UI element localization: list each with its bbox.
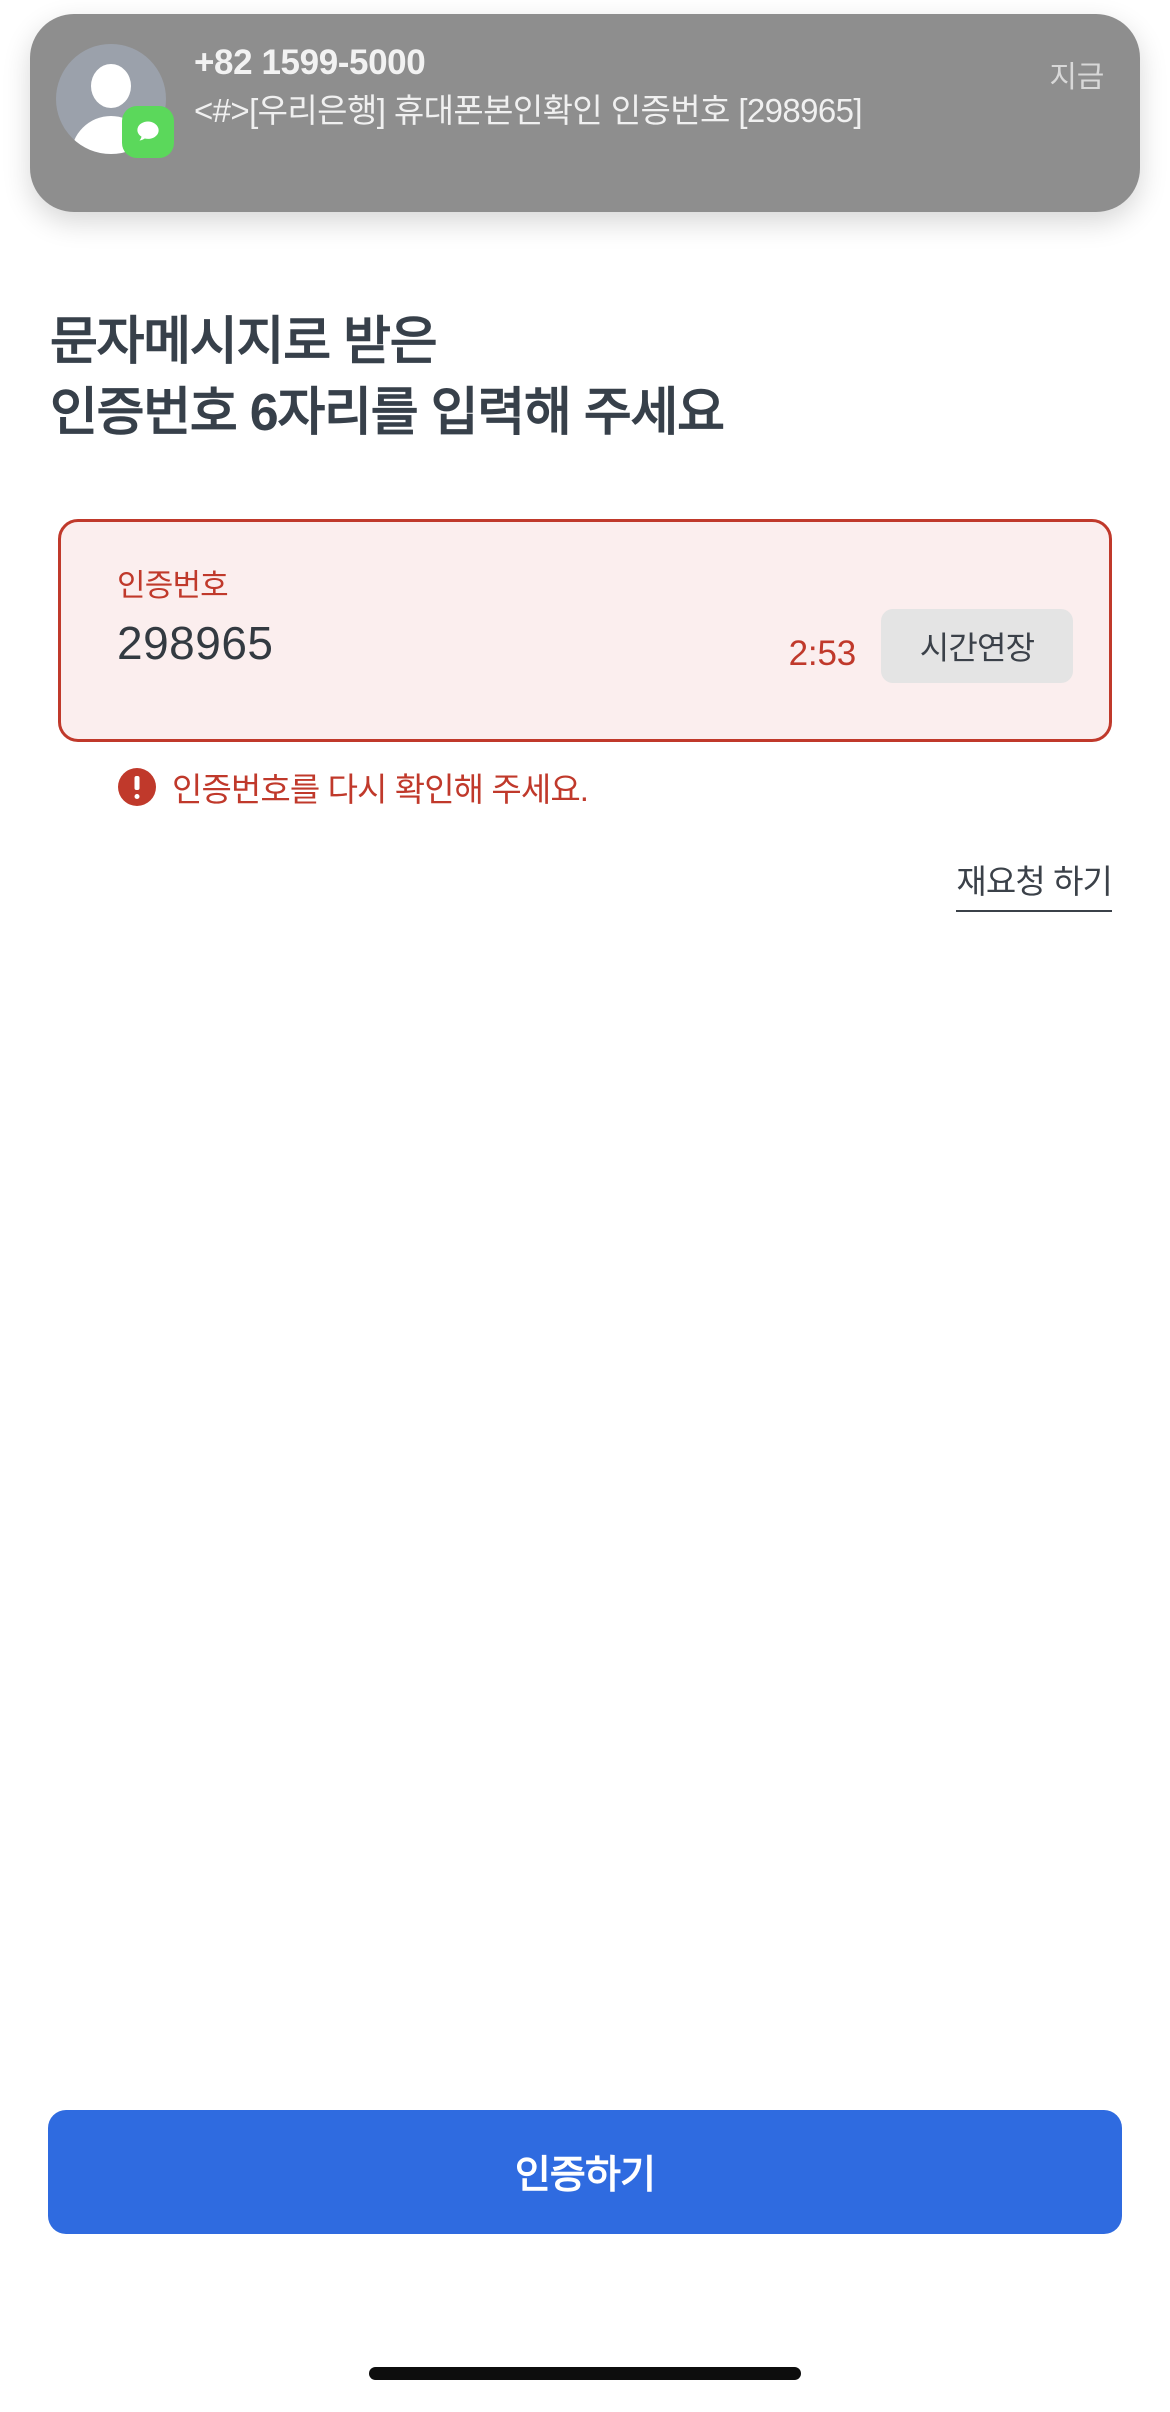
verification-code-field[interactable]: 인증번호 298965 2:53 시간연장: [58, 519, 1112, 742]
avatar: [56, 44, 174, 158]
error-message-text: 인증번호를 다시 확인해 주세요.: [172, 771, 589, 808]
countdown-timer: 2:53: [788, 634, 857, 673]
resend-code-link[interactable]: 재요청 하기: [956, 855, 1113, 912]
notification-banner[interactable]: +82 1599-5000 <#>[우리은행] 휴대폰본인확인 인증번호 [29…: [30, 14, 1140, 214]
home-indicator[interactable]: [369, 2367, 801, 2380]
alert-circle-icon: [118, 768, 156, 806]
avatar-head: [91, 64, 131, 108]
page-title-line-1: 문자메시지로 받은: [50, 312, 438, 371]
page-title: 문자메시지로 받은 인증번호 6자리를 입력해 주세요: [50, 307, 1120, 448]
verify-button[interactable]: 인증하기: [48, 2110, 1122, 2234]
verification-code-label: 인증번호: [117, 568, 229, 603]
notification-message: <#>[우리은행] 휴대폰본인확인 인증번호 [298965]: [194, 92, 863, 129]
notification-timestamp: 지금: [1049, 61, 1104, 94]
notification-card[interactable]: +82 1599-5000 <#>[우리은행] 휴대폰본인확인 인증번호 [29…: [30, 14, 1140, 212]
verification-code-input[interactable]: 298965: [117, 616, 274, 670]
error-message: 인증번호를 다시 확인해 주세요.: [118, 763, 589, 811]
page-title-line-2: 인증번호 6자리를 입력해 주세요: [50, 383, 725, 442]
notification-content: +82 1599-5000 <#>[우리은행] 휴대폰본인확인 인증번호 [29…: [166, 40, 1114, 133]
notification-sender: +82 1599-5000: [194, 43, 426, 82]
extend-time-button[interactable]: 시간연장: [881, 609, 1073, 683]
messages-icon: [122, 106, 174, 158]
